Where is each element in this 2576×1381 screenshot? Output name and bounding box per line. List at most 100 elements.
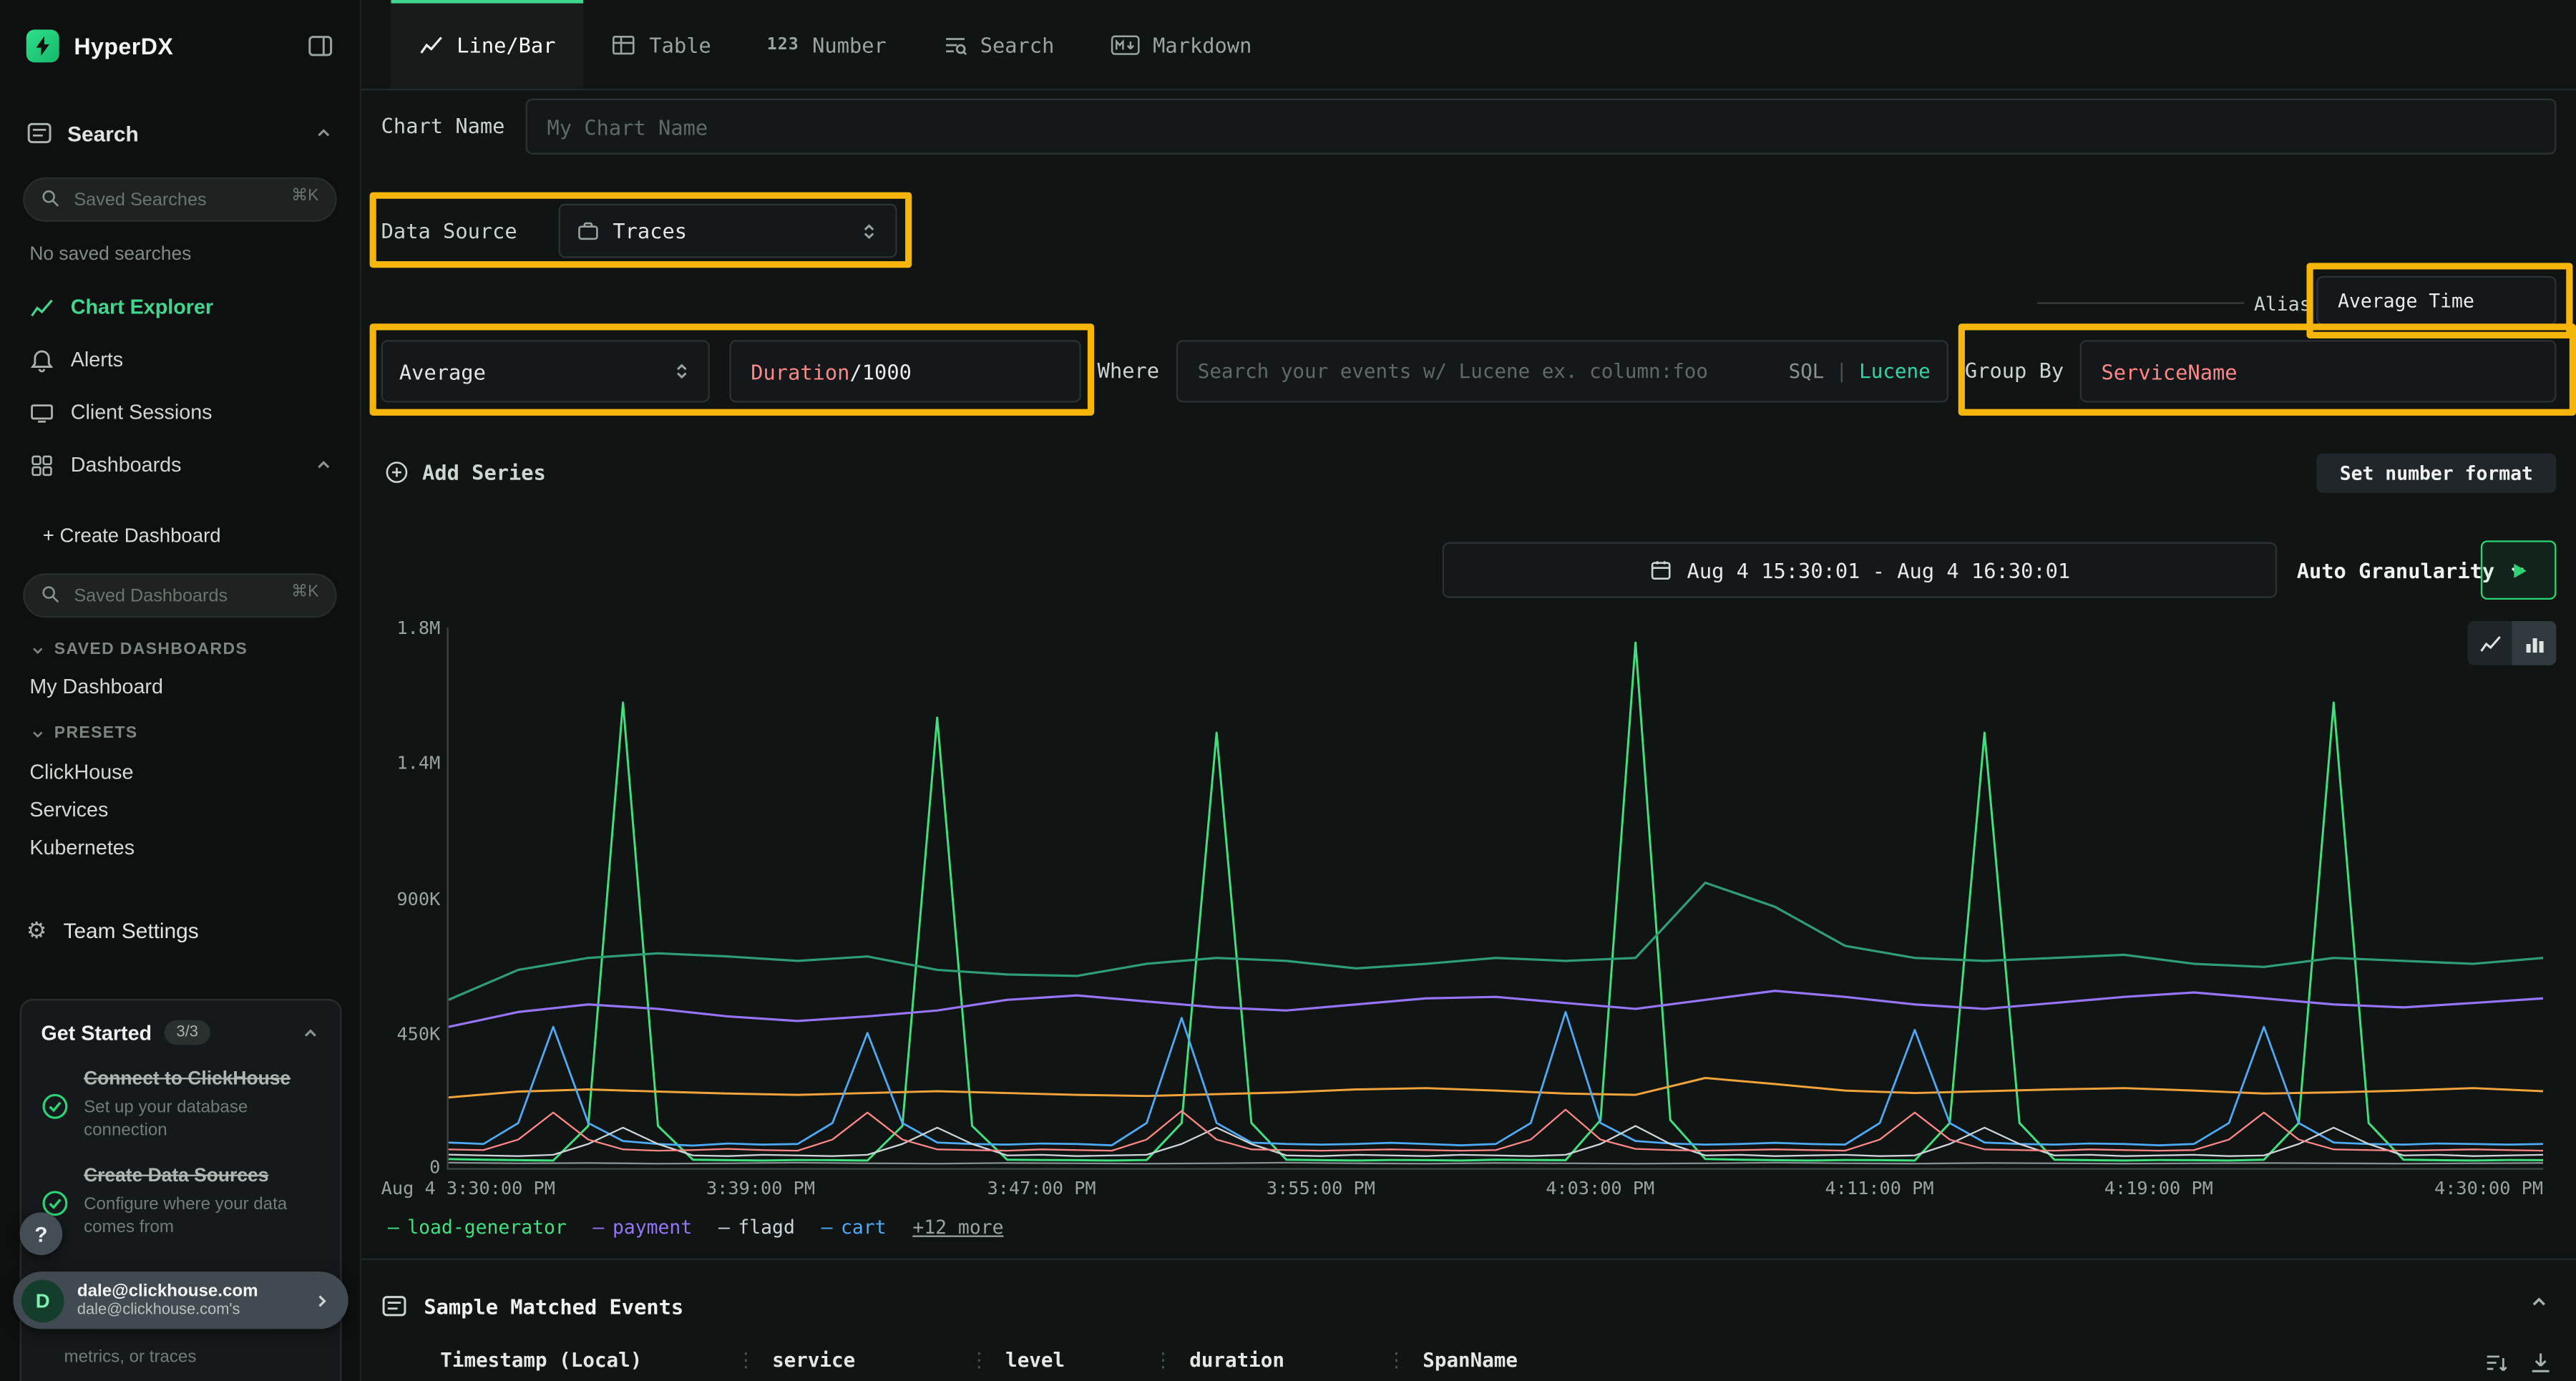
legend-item[interactable]: —cart [821,1216,887,1239]
column-settings-icon[interactable] [2484,1350,2508,1375]
sample-events-header[interactable]: Sample Matched Events [381,1282,684,1331]
chevron-up-icon[interactable] [301,1023,321,1043]
sidebar-item-alerts[interactable]: Alerts [0,333,360,386]
saved-dashboards-input[interactable] [23,573,337,618]
column-separator: ⋮ [970,1349,990,1372]
field-expression-input[interactable]: Duration/1000 [729,340,1080,402]
sidebar-item-my-dashboard[interactable]: My Dashboard [29,672,359,701]
list-panel-icon [381,1293,408,1319]
get-started-title: Get Started [41,1021,152,1044]
x-axis-tick: 4:19:00 PM [2104,1178,2213,1199]
granularity-value: Auto Granularity [2297,557,2494,582]
gear-icon: ⚙ [26,916,47,944]
saved-searches-input[interactable] [23,177,337,222]
briefcase-icon [577,220,600,243]
monitor-icon [29,400,54,424]
tab-search[interactable]: Search [914,0,1083,89]
chevron-down-icon [29,726,46,742]
chevron-up-icon[interactable] [2528,1292,2550,1313]
toggle-divider: | [1835,360,1848,383]
column-header-spanname[interactable]: SpanName [1423,1349,1518,1372]
tab-number[interactable]: 123 Number [739,0,914,89]
chevron-up-icon[interactable] [314,455,334,475]
legend-item[interactable]: — payment [593,1216,693,1239]
sidebar-item-clickhouse[interactable]: ClickHouse [29,753,359,791]
chart-line-icon [29,295,54,319]
create-dashboard-button[interactable]: + Create Dashboard [43,514,360,557]
dashboards-grid-icon [29,453,54,477]
sidebar-item-services[interactable]: Services [29,790,359,828]
field-suffix-text: /1000 [849,359,911,384]
get-started-item-title: Connect to ClickHouse [84,1068,321,1092]
column-separator: ⋮ [1387,1349,1407,1372]
legend-label: payment [613,1216,692,1239]
shortcut-hint: ⌘K [291,583,318,601]
search-section-header[interactable]: Search [0,105,360,161]
sidebar-item-chart-explorer[interactable]: Chart Explorer [0,281,360,333]
sql-language-toggle[interactable]: SQL [1789,360,1825,383]
team-settings-label: Team Settings [64,917,199,942]
legend-dash: — [593,1216,605,1239]
run-query-button[interactable] [2481,540,2557,600]
app-window: HyperDX Search ⌘K No saved searches Char… [0,0,2576,1381]
y-axis-tick: 1.4M [361,753,440,774]
nav-label: Alerts [71,348,123,371]
saved-dashboards-group[interactable]: SAVED DASHBOARDS [29,640,359,658]
tab-line-bar[interactable]: Line/Bar [391,0,583,89]
alias-input[interactable] [2318,278,2555,323]
get-started-item[interactable]: Create Data Sources Configure where your… [41,1165,320,1239]
sidebar-item-client-sessions[interactable]: Client Sessions [0,386,360,439]
brand-name: HyperDX [74,33,173,59]
y-axis-tick: 450K [361,1023,440,1045]
sidebar-item-kubernetes[interactable]: Kubernetes [29,828,359,866]
legend-dash: — [821,1216,833,1239]
tab-label: Search [980,32,1055,57]
table-icon [612,32,636,57]
group-by-input[interactable]: ServiceName [2080,340,2557,402]
tab-label: Number [812,32,887,57]
collapse-sidebar-icon[interactable] [307,33,333,59]
date-range-picker[interactable]: Aug 4 15:30:01 - Aug 4 16:30:01 [1443,542,2277,598]
brand-row: HyperDX [0,0,360,92]
aggregation-select[interactable]: Average [381,340,710,402]
legend-item[interactable]: —flagd [718,1216,795,1239]
column-header-duration[interactable]: duration [1189,1349,1370,1372]
y-axis-tick: 1.8M [361,618,440,639]
chart-plot-area[interactable] [447,628,2543,1170]
presets-group[interactable]: PRESETS [29,725,359,743]
x-axis-tick: 3:39:00 PM [706,1178,815,1199]
download-icon[interactable] [2528,1350,2552,1375]
chart-name-input[interactable] [527,100,2555,152]
legend-item[interactable]: —load-generator [388,1216,567,1239]
sidebar-item-team-settings[interactable]: ⚙ Team Settings [26,905,360,955]
data-source-select[interactable]: Traces [559,204,897,258]
chevron-down-icon [29,642,46,658]
alias-divider [2037,302,2244,303]
column-header-timestamp[interactable]: Timestamp (Local) [440,1349,719,1372]
chevron-up-icon[interactable] [314,123,334,143]
get-started-item-desc: Set up your database connection [84,1098,321,1143]
column-separator: ⋮ [736,1349,756,1372]
set-number-format-button[interactable]: Set number format [2316,454,2556,493]
sidebar-item-dashboards[interactable]: Dashboards [0,439,360,491]
editor-tab-bar: Line/Bar Table 123 Number Search Markdow… [361,0,2576,90]
legend-more-link[interactable]: +12 more [912,1216,1003,1239]
group-label-text: PRESETS [54,725,138,743]
help-button[interactable]: ? [20,1212,63,1255]
lucene-language-toggle[interactable]: Lucene [1859,360,1931,383]
get-started-item[interactable]: Connect to ClickHouse Set up your databa… [41,1068,320,1142]
user-menu[interactable]: D dale@clickhouse.com dale@clickhouse.co… [13,1272,348,1329]
legend-label: load-generator [407,1216,567,1239]
tab-label: Table [649,32,711,57]
search-icon [39,187,61,209]
tab-markdown[interactable]: Markdown [1082,0,1279,89]
add-series-button[interactable]: Add Series [384,450,546,493]
group-by-label: Group By [1965,340,2064,402]
group-label-text: SAVED DASHBOARDS [54,640,248,658]
get-started-partial-text: metrics, or traces [64,1347,197,1367]
column-header-level[interactable]: level [1005,1349,1137,1372]
tab-table[interactable]: Table [584,0,739,89]
y-axis-tick: 0 [361,1156,440,1178]
column-header-service[interactable]: service [772,1349,953,1372]
sidebar-nav: Chart Explorer Alerts Client Sessions Da… [0,281,360,492]
